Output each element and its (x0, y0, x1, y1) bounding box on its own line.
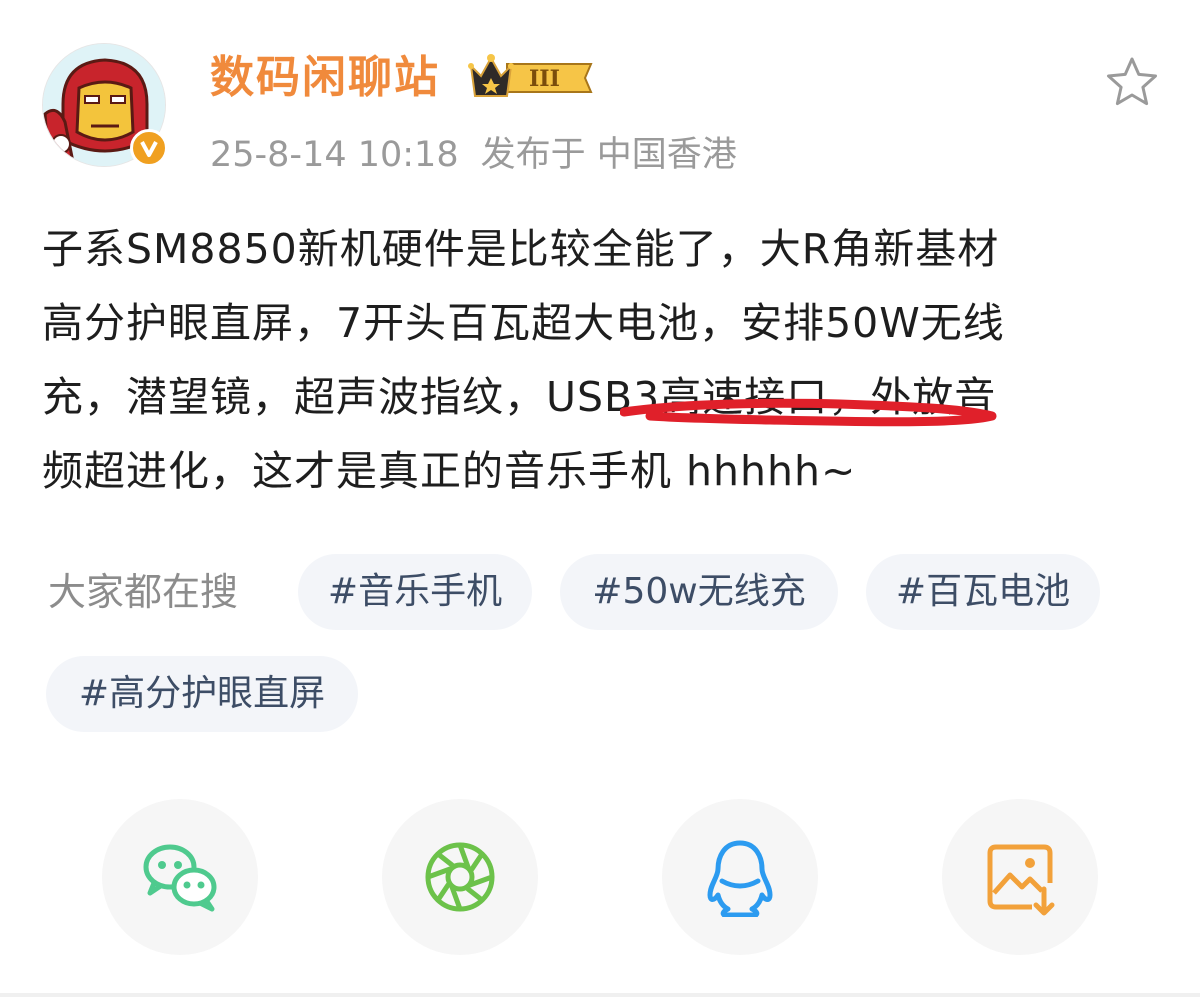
post-time: 25-8-14 10:18 (210, 135, 459, 175)
content-line-1: 子系SM8850新机硬件是比较全能了，大R角新基材 (42, 225, 1000, 273)
vip-crown-badge-icon[interactable]: III (467, 52, 597, 108)
bottom-divider (0, 993, 1200, 997)
share-wechat-button[interactable] (102, 799, 258, 955)
favorite-star-icon[interactable] (1104, 55, 1160, 111)
author-name[interactable]: 数码闲聊站 (210, 48, 440, 108)
save-image-button[interactable] (942, 799, 1098, 955)
post-location: 发布于 中国香港 (480, 135, 737, 175)
red-underline-annotation (620, 398, 997, 427)
hot-tag-wireless-charge[interactable]: #50w无线充 (560, 554, 838, 630)
moments-icon (425, 842, 495, 912)
author-avatar[interactable] (42, 43, 168, 169)
qq-icon (707, 840, 773, 917)
share-qq-button[interactable] (662, 799, 818, 955)
save-image-icon (987, 844, 1055, 916)
content-line-3-text: 充，潜望镜，超声波指纹， (42, 373, 546, 421)
verified-badge-icon (130, 129, 168, 167)
post-meta: 25-8-14 10:18 发布于 中国香港 (210, 130, 759, 180)
post-content: 子系SM8850新机硬件是比较全能了，大R角新基材 高分护眼直屏，7开头百瓦超大… (42, 212, 1162, 508)
hot-tag-battery[interactable]: #百瓦电池 (866, 554, 1100, 630)
vip-level-text: III (529, 66, 560, 92)
hot-tag-eye-care-screen[interactable]: #高分护眼直屏 (46, 656, 358, 732)
hot-tag-music-phone[interactable]: #音乐手机 (298, 554, 532, 630)
share-moments-button[interactable] (382, 799, 538, 955)
content-line-2: 高分护眼直屏，7开头百瓦超大电池，安排50W无线 (42, 299, 1005, 347)
content-line-4: 频超进化，这才是真正的音乐手机 hhhhh~ (42, 447, 857, 495)
wechat-icon (143, 844, 217, 912)
hot-search-label: 大家都在搜 (48, 570, 239, 614)
weibo-post: 数码闲聊站 III 25-8-14 10:18 发布于 中国香港 子系SM8850… (0, 0, 1200, 997)
